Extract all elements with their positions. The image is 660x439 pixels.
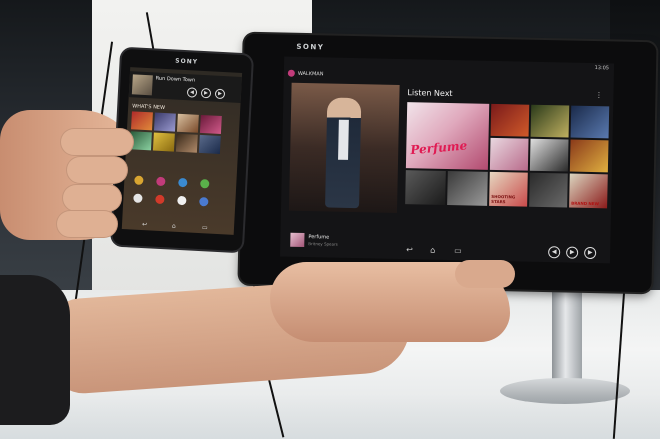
album-tile[interactable]: BRAND NEW bbox=[569, 173, 608, 209]
app-icon[interactable] bbox=[156, 176, 166, 187]
next-icon[interactable]: ▶ bbox=[584, 246, 597, 260]
phone-brand-label: SONY bbox=[175, 57, 199, 66]
recents-nav-icon[interactable]: ▭ bbox=[202, 224, 208, 231]
featured-album-tile[interactable]: Perfume bbox=[405, 102, 490, 170]
tablet-app-name: WALKMAN bbox=[297, 70, 324, 78]
featured-album-title: Perfume bbox=[409, 138, 468, 158]
phone-album-thumb[interactable] bbox=[198, 134, 221, 154]
right-hand-fingers bbox=[455, 260, 515, 288]
play-icon[interactable]: ▶ bbox=[200, 87, 212, 99]
home-nav-icon[interactable]: ⌂ bbox=[430, 246, 435, 255]
album-tile[interactable] bbox=[405, 170, 446, 205]
phone-album-thumb[interactable] bbox=[152, 132, 175, 152]
listen-next-heading: Listen Next bbox=[407, 88, 453, 99]
app-icon[interactable] bbox=[178, 177, 188, 188]
album-tile[interactable] bbox=[447, 170, 488, 206]
album-tile[interactable] bbox=[490, 103, 530, 137]
home-nav-icon[interactable]: ⌂ bbox=[172, 223, 176, 230]
app-icon[interactable] bbox=[199, 196, 209, 207]
phone-album-thumb[interactable] bbox=[176, 113, 199, 133]
back-nav-icon[interactable]: ↩ bbox=[142, 221, 147, 228]
album-tile-label: BRAND NEW bbox=[571, 200, 600, 207]
tablet-app-header[interactable]: WALKMAN bbox=[287, 69, 324, 78]
sony-tablet: SONY 13:05 WALKMAN Perfume Britney Spear… bbox=[239, 33, 657, 293]
left-hand-finger bbox=[60, 128, 134, 156]
tablet-status-time: 13:05 bbox=[594, 65, 610, 72]
tablet-status-bar: 13:05 bbox=[284, 57, 614, 74]
album-tile[interactable] bbox=[529, 172, 568, 208]
phone-widget-title: Run Down Town bbox=[155, 75, 196, 84]
back-nav-icon[interactable]: ↩ bbox=[406, 245, 413, 254]
phone-section-label: WHAT'S NEW bbox=[132, 103, 166, 112]
left-hand-finger bbox=[66, 156, 128, 184]
photo-scene: SONY 13:05 WALKMAN Perfume Britney Spear… bbox=[0, 0, 660, 439]
tablet-hero-artwork[interactable] bbox=[288, 82, 400, 213]
app-icon[interactable] bbox=[200, 179, 210, 189]
glass-reflection bbox=[0, 395, 660, 439]
left-hand-finger bbox=[62, 184, 122, 212]
tablet-stand-pole bbox=[552, 282, 582, 392]
app-icon[interactable] bbox=[133, 193, 143, 203]
phone-widget-artwork bbox=[131, 74, 153, 96]
overflow-menu-icon[interactable]: ⋮ bbox=[595, 91, 602, 99]
album-tile[interactable] bbox=[530, 104, 570, 138]
tablet-brand-label: SONY bbox=[296, 42, 325, 52]
now-playing-thumbnail[interactable] bbox=[290, 232, 305, 248]
hero-artist-shirt bbox=[338, 119, 349, 160]
tablet-screen: 13:05 WALKMAN Perfume Britney Spears Lis… bbox=[280, 56, 615, 264]
album-tile[interactable] bbox=[489, 137, 529, 171]
album-tile[interactable] bbox=[570, 105, 610, 139]
app-icon[interactable] bbox=[177, 195, 187, 206]
phone-album-thumb[interactable] bbox=[131, 111, 153, 131]
phone-music-widget[interactable]: Run Down Town ◀ ▶ ▶ bbox=[128, 71, 242, 103]
play-icon[interactable]: ▶ bbox=[566, 246, 579, 259]
app-icon[interactable] bbox=[134, 175, 144, 186]
now-playing-artist: Britney Spears bbox=[308, 241, 338, 247]
recents-nav-icon[interactable]: ▭ bbox=[454, 246, 462, 255]
album-tile[interactable] bbox=[569, 139, 609, 173]
album-tile[interactable] bbox=[529, 138, 569, 172]
phone-screen: Run Down Town ◀ ▶ ▶ WHAT'S NEW ↩ ⌂ ▭ bbox=[121, 67, 243, 235]
walkman-app-icon bbox=[287, 69, 295, 77]
album-tile[interactable]: SHOOTING STARS bbox=[489, 171, 528, 207]
now-playing-title: Perfume bbox=[308, 234, 330, 241]
next-icon[interactable]: ▶ bbox=[214, 88, 226, 100]
sony-phone: SONY Run Down Town ◀ ▶ ▶ WHAT'S NEW ↩ ⌂ … bbox=[111, 48, 253, 252]
black-sleeve bbox=[0, 275, 70, 425]
app-icon[interactable] bbox=[155, 194, 165, 205]
left-hand-finger bbox=[56, 210, 118, 238]
phone-album-thumb[interactable] bbox=[175, 133, 198, 153]
album-tile-label: SHOOTING STARS bbox=[491, 193, 516, 205]
previous-icon[interactable]: ◀ bbox=[548, 246, 561, 259]
phone-album-thumb[interactable] bbox=[153, 112, 176, 132]
previous-icon[interactable]: ◀ bbox=[186, 87, 198, 98]
phone-album-thumb[interactable] bbox=[199, 114, 222, 135]
